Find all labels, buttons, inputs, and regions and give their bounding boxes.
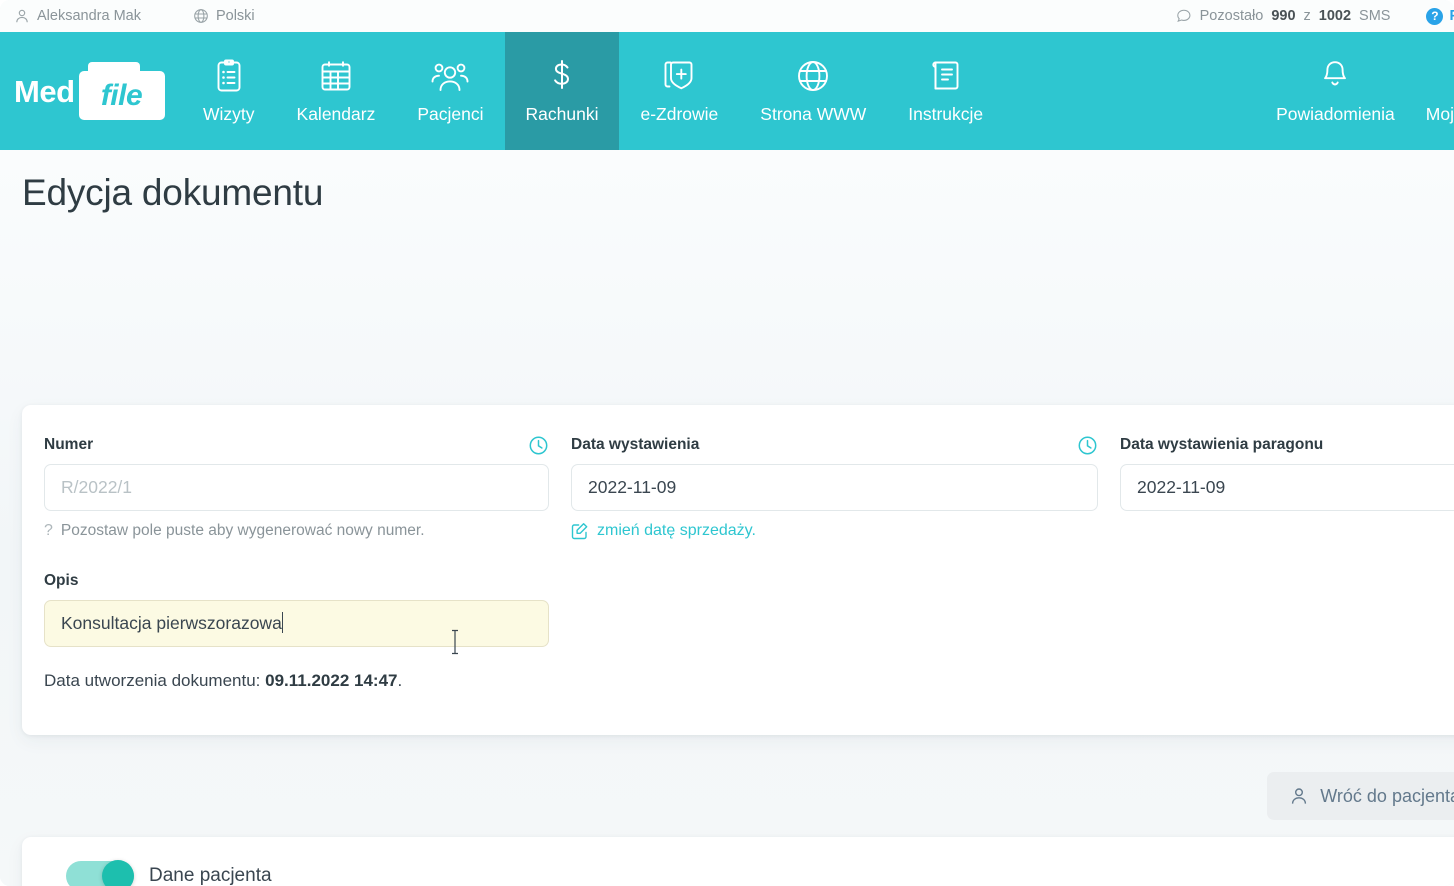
nav-item-pacjenci[interactable]: Pacjenci — [396, 32, 504, 150]
toggle-knob — [102, 860, 134, 886]
question-mark-icon: ? — [44, 522, 53, 539]
field-data-wystawienia-label: Data wystawienia — [571, 436, 700, 453]
nav-item-label: Wizyty — [203, 103, 255, 124]
field-opis-label: Opis — [44, 572, 79, 589]
globe-icon — [193, 8, 209, 24]
sms-counter[interactable]: Pozostało 990 z 1002 SMS — [1176, 8, 1391, 24]
page-content: Edycja dokumentu Numer R/2022/1 ? Pozost… — [0, 150, 1454, 886]
patient-data-toggle[interactable] — [66, 860, 134, 886]
help-label: Po — [1449, 8, 1454, 24]
field-data-paragonu-label-row: Data wystawienia paragonu — [1120, 435, 1454, 455]
user-icon — [1289, 786, 1309, 806]
sms-total: 1002 — [1318, 8, 1352, 24]
field-opis: Opis Konsultacja pierwszorazowa — [22, 571, 549, 647]
clipboard-icon — [212, 58, 246, 94]
field-numer: Numer R/2022/1 ? Pozostaw pole puste aby… — [22, 435, 549, 540]
nav-item-label: Instrukcje — [908, 103, 984, 124]
field-data-wystawienia-label-row: Data wystawienia — [571, 435, 1098, 455]
topbar-right-group: Pozostało 990 z 1002 SMS ? Po — [1176, 0, 1454, 32]
nav-item-rachunki[interactable]: Rachunki — [504, 32, 620, 150]
utility-topbar: Aleksandra Mak Polski Pozostało 990 z 10… — [0, 0, 1454, 32]
health-card-icon — [662, 58, 696, 94]
created-prefix: Data utworzenia dokumentu: — [44, 671, 261, 690]
nav-item-label: Moj — [1425, 103, 1454, 124]
user-icon — [14, 8, 30, 24]
nav-item-e-zdrowie[interactable]: e-Zdrowie — [619, 32, 739, 150]
clock-icon[interactable] — [528, 435, 549, 456]
brand-word-file: file — [100, 78, 143, 112]
globe-icon — [795, 58, 831, 94]
nav-item-label: e-Zdrowie — [640, 103, 719, 124]
numer-input[interactable]: R/2022/1 — [44, 464, 549, 511]
field-numer-label-row: Numer — [44, 435, 549, 455]
nav-item-instrukcje[interactable]: Instrukcje — [887, 32, 1004, 150]
nav-item-label: Kalendarz — [296, 103, 376, 124]
numer-hint-text: Pozostaw pole puste aby wygenerować nowy… — [60, 522, 425, 539]
back-to-patient-button[interactable]: Wróć do pacjenta — [1267, 772, 1454, 820]
calendar-icon — [318, 58, 354, 94]
patient-data-toggle-row: Dane pacjenta — [22, 860, 1454, 886]
question-circle-icon: ? — [1426, 7, 1444, 25]
nav-item-moje-konto[interactable]: Moj — [1416, 32, 1454, 150]
opis-input-value: Konsultacja pierwszorazowa — [61, 613, 282, 633]
brand-folder-icon: file — [78, 62, 165, 120]
sms-suffix: SMS — [1359, 8, 1391, 24]
clock-icon[interactable] — [1077, 435, 1098, 456]
field-data-wystawienia: Data wystawienia 2022-11-09 zmień datę s… — [549, 435, 1098, 545]
nav-item-strona-www[interactable]: Strona WWW — [739, 32, 887, 150]
created-suffix: . — [397, 671, 403, 690]
sms-prefix: Pozostało — [1199, 8, 1264, 24]
topbar-left-group: Aleksandra Mak Polski — [14, 8, 307, 24]
patient-data-card: Dane pacjenta Pacjent Stefan Ziemowit Pe… — [22, 837, 1454, 886]
main-navigation: Med file Wizyty Kalendarz Pacjenci Rachu… — [0, 32, 1454, 150]
data-paragonu-input[interactable]: 2022-11-09 — [1120, 464, 1454, 511]
nav-items-group: Wizyty Kalendarz Pacjenci Rachunki e-Zdr… — [182, 32, 1454, 150]
back-to-patient-label: Wróć do pacjenta — [1320, 785, 1454, 806]
field-numer-label: Numer — [44, 436, 94, 453]
brand-word-med: Med — [14, 73, 75, 109]
application-window: Aleksandra Mak Polski Pozostało 990 z 10… — [0, 0, 1454, 886]
patient-data-toggle-label: Dane pacjenta — [149, 865, 272, 886]
edit-square-icon — [571, 522, 589, 540]
sms-remaining: 990 — [1271, 8, 1296, 24]
language-label: Polski — [215, 8, 255, 24]
document-created-note: Data utworzenia dokumentu: 09.11.2022 14… — [22, 671, 1454, 691]
brand-logo[interactable]: Med file — [0, 32, 182, 150]
data-wystawienia-input[interactable]: 2022-11-09 — [571, 464, 1098, 511]
book-icon — [930, 58, 962, 94]
nav-item-wizyty[interactable]: Wizyty — [182, 32, 276, 150]
nav-item-label: Rachunki — [525, 103, 599, 124]
people-icon — [430, 58, 470, 94]
nav-item-powiadomienia[interactable]: Powiadomienia — [1255, 32, 1416, 150]
current-user-label: Aleksandra Mak — [37, 8, 141, 24]
document-details-card: Numer R/2022/1 ? Pozostaw pole puste aby… — [22, 405, 1454, 735]
page-title: Edycja dokumentu — [22, 172, 324, 213]
field-data-paragonu-label: Data wystawienia paragonu — [1120, 436, 1324, 453]
nav-item-label: Strona WWW — [760, 103, 867, 124]
sms-middle: z — [1303, 8, 1311, 24]
help-link[interactable]: ? Po — [1426, 7, 1454, 25]
current-user[interactable]: Aleksandra Mak — [14, 8, 141, 24]
nav-item-kalendarz[interactable]: Kalendarz — [276, 32, 397, 150]
nav-item-label: Powiadomienia — [1276, 103, 1395, 124]
chat-bubble-icon — [1176, 8, 1192, 24]
opis-input[interactable]: Konsultacja pierwszorazowa — [44, 600, 549, 647]
dollar-icon — [548, 58, 576, 94]
field-data-paragonu: Data wystawienia paragonu 2022-11-09 — [1098, 435, 1454, 511]
document-fields-row: Numer R/2022/1 ? Pozostaw pole puste aby… — [22, 435, 1454, 545]
language-selector[interactable]: Polski — [193, 8, 255, 24]
change-sale-date-link[interactable]: zmień datę sprzedaży. — [571, 522, 756, 540]
numer-hint: ? Pozostaw pole puste aby wygenerować no… — [44, 522, 549, 540]
field-opis-label-row: Opis — [44, 571, 549, 591]
bell-icon — [1319, 58, 1351, 94]
change-sale-date-label: zmień datę sprzedaży. — [597, 522, 756, 539]
text-caret — [281, 612, 283, 633]
nav-item-label: Pacjenci — [417, 103, 484, 124]
created-datetime: 09.11.2022 14:47 — [265, 671, 398, 690]
